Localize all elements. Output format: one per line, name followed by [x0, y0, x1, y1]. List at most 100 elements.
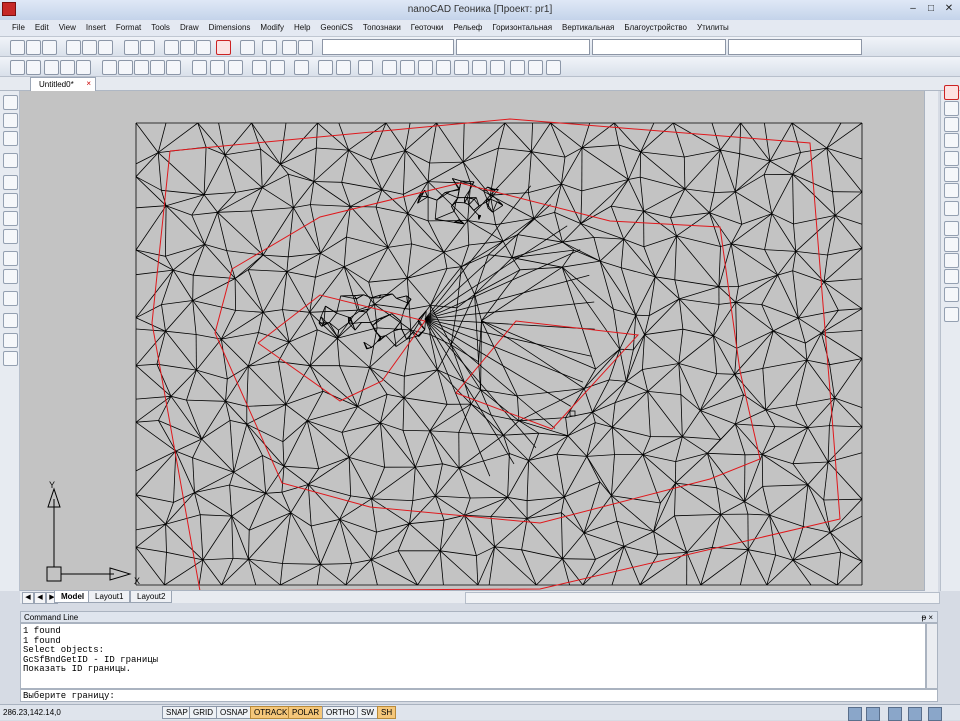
- mirror-icon[interactable]: [944, 133, 959, 148]
- boundary-tool-icon[interactable]: [454, 60, 469, 75]
- offset-icon[interactable]: [944, 201, 959, 216]
- tab-prev-icon[interactable]: ◀: [34, 592, 46, 604]
- command-scrollbar[interactable]: [926, 623, 938, 689]
- tolerance-icon[interactable]: [252, 60, 267, 75]
- contour-tool-icon[interactable]: [400, 60, 415, 75]
- explode-icon[interactable]: [944, 307, 959, 322]
- table-icon[interactable]: [3, 333, 18, 348]
- slope-label-icon[interactable]: [528, 60, 543, 75]
- match-properties-icon[interactable]: [240, 40, 255, 55]
- menu-file[interactable]: File: [0, 20, 30, 37]
- menu-edit[interactable]: Edit: [30, 20, 54, 37]
- paste-icon[interactable]: [196, 40, 211, 55]
- dimension-aligned-icon[interactable]: [60, 60, 75, 75]
- menu-insert[interactable]: Insert: [81, 20, 111, 37]
- tab-model[interactable]: Model: [54, 591, 91, 603]
- menu-help[interactable]: Help: [289, 20, 315, 37]
- breakline-tool-icon[interactable]: [436, 60, 451, 75]
- copy-icon[interactable]: [180, 40, 195, 55]
- block-icon[interactable]: [3, 269, 18, 284]
- tray-icon[interactable]: [908, 707, 922, 721]
- relief-tool-icon[interactable]: [318, 60, 333, 75]
- arc-icon[interactable]: [134, 60, 149, 75]
- continue-icon[interactable]: [210, 60, 225, 75]
- break-icon[interactable]: [944, 253, 959, 268]
- polygon-icon[interactable]: [3, 175, 18, 190]
- sh-toggle[interactable]: SH: [377, 706, 396, 719]
- menu-draw[interactable]: Draw: [175, 20, 204, 37]
- grid-toggle[interactable]: GRID: [189, 706, 217, 719]
- layer-state-icon[interactable]: [282, 40, 297, 55]
- menu-modify[interactable]: Modify: [255, 20, 289, 37]
- open-file-icon[interactable]: [26, 40, 41, 55]
- copy-object-icon[interactable]: [944, 117, 959, 132]
- arc-dimension-icon[interactable]: [166, 60, 181, 75]
- center-mark-icon[interactable]: [270, 60, 285, 75]
- triangulation-icon[interactable]: [358, 60, 373, 75]
- menu-view[interactable]: View: [54, 20, 81, 37]
- point-draw-icon[interactable]: [3, 251, 18, 266]
- move-icon[interactable]: [944, 101, 959, 116]
- circle-draw-icon[interactable]: [3, 131, 18, 146]
- sw-toggle[interactable]: SW: [357, 706, 378, 719]
- polar-toggle[interactable]: POLAR: [288, 706, 323, 719]
- edge-delete-icon[interactable]: [490, 60, 505, 75]
- tab-layout1[interactable]: Layout1: [88, 591, 130, 603]
- lineweight-dropdown[interactable]: [728, 39, 862, 55]
- label-tool-icon[interactable]: [510, 60, 525, 75]
- drawing-canvas[interactable]: Y X: [20, 91, 938, 591]
- command-input[interactable]: Выберите границу:: [20, 689, 938, 702]
- surface-tool-icon[interactable]: [336, 60, 351, 75]
- publish-icon[interactable]: [98, 40, 113, 55]
- middle-boundary[interactable]: [215, 183, 760, 523]
- menu-horizontal[interactable]: Горизонтальная: [487, 20, 557, 37]
- point-tool-icon[interactable]: [10, 60, 25, 75]
- redo-icon[interactable]: [140, 40, 155, 55]
- menu-geonics[interactable]: GeoniCS: [315, 20, 357, 37]
- dimension-linear-icon[interactable]: [26, 60, 41, 75]
- quick-dimension-icon[interactable]: [228, 60, 243, 75]
- save-icon[interactable]: [42, 40, 57, 55]
- snap-toggle[interactable]: SNAP: [162, 706, 192, 719]
- fillet-icon[interactable]: [944, 287, 959, 302]
- text-icon[interactable]: [3, 351, 18, 366]
- tray-icon[interactable]: [848, 707, 862, 721]
- cut-icon[interactable]: [164, 40, 179, 55]
- tray-icon[interactable]: [866, 707, 880, 721]
- tab-first-icon[interactable]: ◀: [22, 592, 34, 604]
- profile-tool-icon[interactable]: [418, 60, 433, 75]
- tab-layout2[interactable]: Layout2: [130, 591, 172, 603]
- rotate-icon[interactable]: [944, 151, 959, 166]
- vertical-scrollbar[interactable]: [924, 91, 938, 591]
- line-icon[interactable]: [3, 95, 18, 110]
- close-icon[interactable]: ✕: [942, 2, 956, 16]
- angle-icon[interactable]: [150, 60, 165, 75]
- polyline-icon[interactable]: [3, 113, 18, 128]
- region-icon[interactable]: [3, 313, 18, 328]
- document-tab[interactable]: Untitled0* ×: [30, 77, 96, 91]
- layer-icon[interactable]: [262, 40, 277, 55]
- print-icon[interactable]: [66, 40, 81, 55]
- delete-icon[interactable]: [216, 40, 231, 55]
- circle-slash-icon[interactable]: [102, 60, 117, 75]
- print-preview-icon[interactable]: [82, 40, 97, 55]
- scale-icon[interactable]: [944, 167, 959, 182]
- dimension-vertical-icon[interactable]: [44, 60, 59, 75]
- extend-icon[interactable]: [944, 237, 959, 252]
- dimension-style-icon[interactable]: [294, 60, 309, 75]
- circle-icon[interactable]: [118, 60, 133, 75]
- layer-previous-icon[interactable]: [298, 40, 313, 55]
- baseline-icon[interactable]: [192, 60, 207, 75]
- otrack-toggle[interactable]: OTRACK: [250, 706, 291, 719]
- edge-flip-icon[interactable]: [472, 60, 487, 75]
- undo-icon[interactable]: [124, 40, 139, 55]
- osnap-toggle[interactable]: OSNAP: [216, 706, 252, 719]
- command-line-pin-icon[interactable]: ᵽ ×: [922, 613, 933, 622]
- hatch-icon[interactable]: [3, 229, 18, 244]
- menu-utilities[interactable]: Утилиты: [692, 20, 734, 37]
- layer-dropdown[interactable]: [322, 39, 454, 55]
- maximize-icon[interactable]: □: [924, 2, 938, 16]
- menu-landscaping[interactable]: Благоустройство: [619, 20, 692, 37]
- menu-format[interactable]: Format: [111, 20, 146, 37]
- arc-draw-icon[interactable]: [3, 153, 18, 168]
